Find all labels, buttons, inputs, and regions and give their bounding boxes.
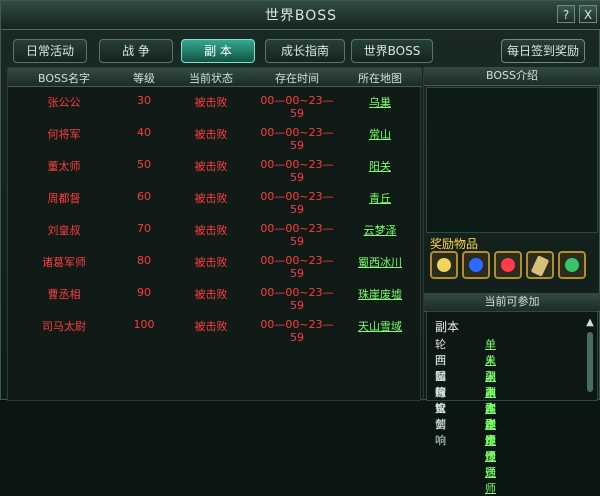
col-map: 所在地图 (358, 72, 402, 85)
right-panel: BOSS介绍 奖励物品 当前可参加 副本 轮回试炼 单人副本传送师 西园行宫 单… (423, 67, 600, 495)
boss-status: 被击败 (194, 128, 228, 141)
world-boss-window: 世界BOSS ? X 日常活动 战 争 副 本 成长指南 世界BOSS 每日签到… (0, 0, 600, 495)
boss-name: 诸葛军师 (42, 256, 86, 269)
boss-time: 00—00~23—59 (260, 190, 334, 216)
scroll-thumb[interactable] (587, 332, 593, 392)
boss-time: 00—00~23—59 (260, 158, 334, 184)
reward-slot[interactable] (430, 251, 458, 279)
boss-status: 被击败 (194, 192, 228, 205)
available-list: 副本 轮回试炼 单人副本传送师 西园行宫 单人副本传送师 鬈瞳论剑 单人副本传送… (426, 311, 598, 495)
help-button[interactable]: ? (557, 5, 575, 23)
tab-world-boss[interactable]: 世界BOSS (351, 39, 433, 63)
boss-level: 30 (137, 94, 151, 107)
boss-status: 被击败 (194, 256, 228, 269)
table-row: 刘皇叔 70 被击败 00—00~23—59 云梦泽 (8, 214, 422, 248)
boss-name: 董太师 (47, 160, 81, 173)
boss-status: 被击败 (194, 96, 228, 109)
col-time: 存在时间 (275, 72, 319, 85)
window-title: 世界BOSS (264, 8, 338, 24)
red-gem-icon (501, 258, 515, 272)
tab-war[interactable]: 战 争 (99, 39, 173, 63)
boss-status: 被击败 (194, 320, 228, 333)
boss-status: 被击败 (194, 288, 228, 301)
boss-map-link[interactable]: 青丘 (344, 190, 416, 206)
boss-level: 40 (137, 126, 151, 139)
tab-growth-guide[interactable]: 成长指南 (265, 39, 345, 63)
boss-time: 00—00~23—59 (260, 286, 334, 312)
boss-time: 00—00~23—59 (260, 126, 334, 152)
table-row: 周都督 60 被击败 00—00~23—59 青丘 (8, 182, 422, 216)
table-row: 诸葛军师 80 被击败 00—00~23—59 蜀西冰川 (8, 246, 422, 280)
boss-table: BOSS名字 等级 当前状态 存在时间 所在地图 张公公 30 被击败 00—0… (7, 67, 422, 401)
boss-level: 80 (137, 254, 151, 267)
boss-time: 00—00~23—59 (260, 94, 334, 120)
reward-items (430, 251, 600, 285)
col-boss-name: BOSS名字 (38, 72, 90, 85)
col-level: 等级 (133, 72, 155, 85)
reward-title: 奖励物品 (430, 237, 479, 251)
boss-map-link[interactable]: 阳关 (344, 158, 416, 174)
tab-daily-activities[interactable]: 日常活动 (13, 39, 87, 63)
close-button[interactable]: X (579, 5, 597, 23)
table-header: BOSS名字 等级 当前状态 存在时间 所在地图 (8, 68, 422, 87)
boss-time: 00—00~23—59 (260, 254, 334, 280)
boss-name: 司马太尉 (42, 320, 86, 333)
table-row: 张公公 30 被击败 00—00~23—59 乌巢 (8, 86, 422, 120)
title-bar: 世界BOSS ? X (1, 1, 600, 30)
boss-name: 曹丞相 (47, 288, 81, 301)
teleport-link[interactable]: 单人副本传送师 (485, 384, 496, 496)
boss-time: 00—00~23—59 (260, 222, 334, 248)
boss-map-link[interactable]: 天山雪域 (344, 318, 416, 334)
boss-name: 刘皇叔 (47, 224, 81, 237)
blue-gem-icon (469, 258, 483, 272)
table-row: 何将军 40 被击败 00—00~23—59 常山 (8, 118, 422, 152)
gold-gem-icon (437, 258, 451, 272)
col-status: 当前状态 (189, 72, 233, 85)
boss-map-link[interactable]: 乌巢 (344, 94, 416, 110)
green-item-icon (565, 258, 579, 272)
boss-map-link[interactable]: 常山 (344, 126, 416, 142)
boss-status: 被击败 (194, 160, 228, 173)
table-row: 司马太尉 100 被击败 00—00~23—59 天山雪域 (8, 310, 422, 344)
scroll-icon (530, 255, 550, 277)
reward-slot[interactable] (526, 251, 554, 279)
boss-map-link[interactable]: 珠崖废墟 (344, 286, 416, 302)
reward-slot[interactable] (462, 251, 490, 279)
daily-checkin-reward-button[interactable]: 每日签到奖励 (501, 39, 585, 63)
available-name: 匈奴营响 (435, 386, 446, 447)
scroll-up-icon[interactable]: ▲ (585, 318, 595, 328)
boss-time: 00—00~23—59 (260, 318, 334, 344)
boss-level: 70 (137, 222, 151, 235)
boss-name: 张公公 (47, 96, 81, 109)
tab-instance[interactable]: 副 本 (181, 39, 255, 63)
table-row: 董太师 50 被击败 00—00~23—59 阳关 (8, 150, 422, 184)
reward-slot[interactable] (494, 251, 522, 279)
available-section-title: 副本 (435, 320, 460, 334)
boss-level: 60 (137, 190, 151, 203)
boss-status: 被击败 (194, 224, 228, 237)
reward-slot[interactable] (558, 251, 586, 279)
boss-map-link[interactable]: 蜀西冰川 (344, 254, 416, 270)
boss-level: 50 (137, 158, 151, 171)
table-row: 曹丞相 90 被击败 00—00~23—59 珠崖废墟 (8, 278, 422, 312)
boss-name: 何将军 (47, 128, 81, 141)
boss-level: 90 (137, 286, 151, 299)
boss-intro-box (426, 87, 598, 233)
available-scrollbar[interactable]: ▲ (585, 318, 595, 398)
boss-intro-header: BOSS介绍 (424, 67, 600, 86)
boss-map-link[interactable]: 云梦泽 (344, 222, 416, 238)
boss-name: 周都督 (47, 192, 81, 205)
available-header: 当前可参加 (424, 293, 600, 312)
boss-level: 100 (133, 318, 155, 331)
